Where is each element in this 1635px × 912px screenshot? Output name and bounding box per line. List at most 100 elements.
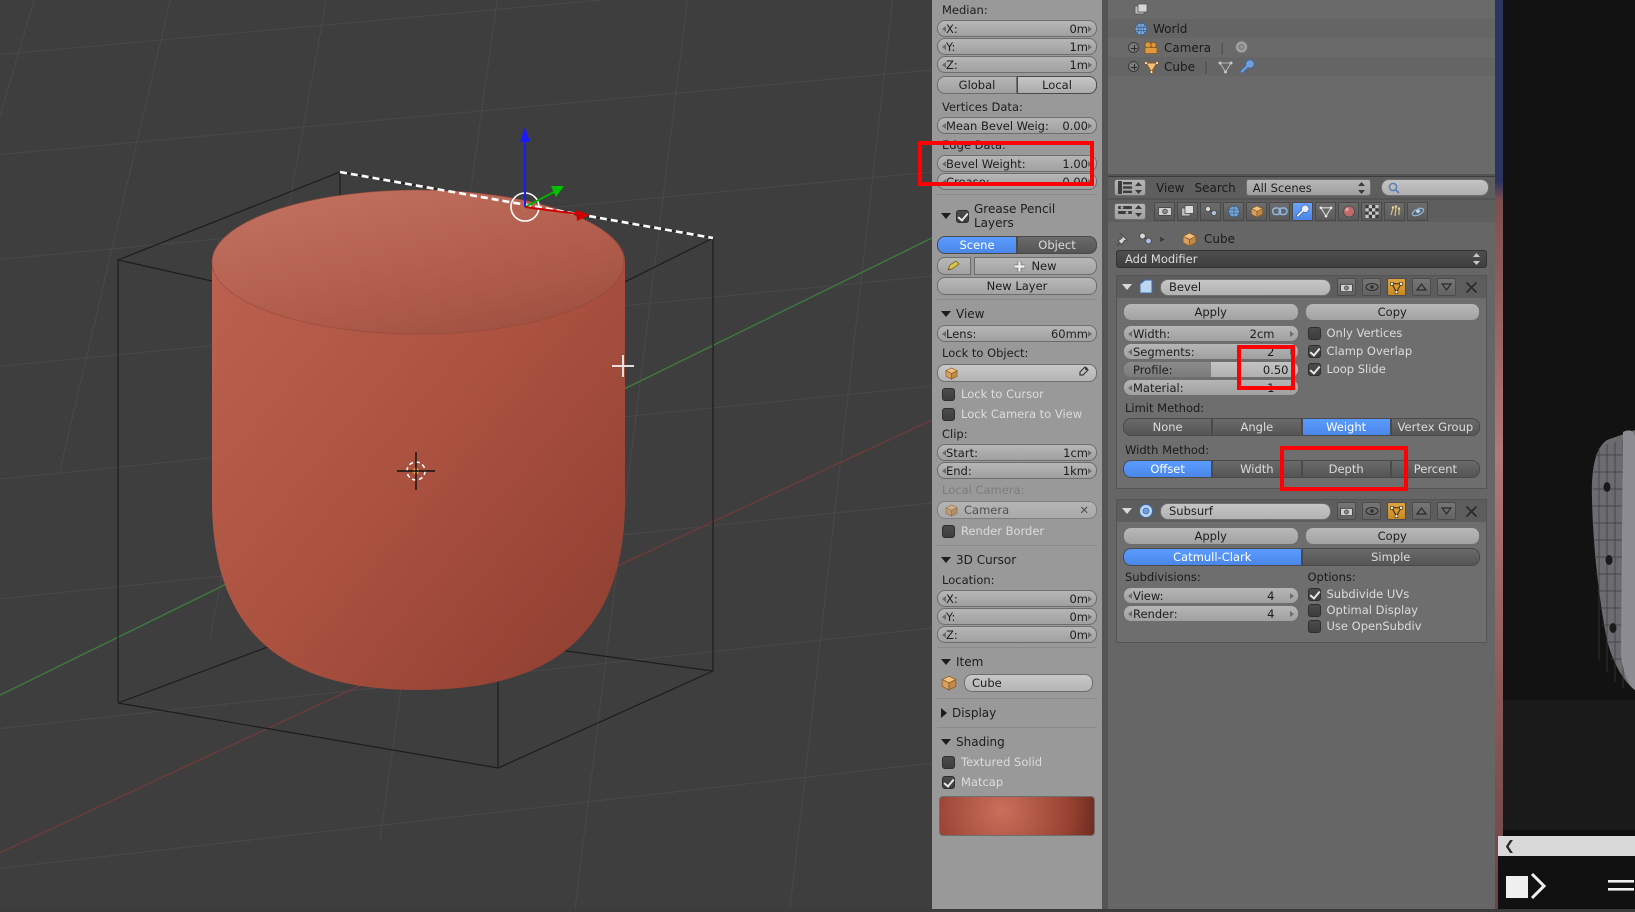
catmull-clark-button[interactable]: Catmull-Clark [1123, 548, 1302, 566]
width-method-toggle[interactable]: Offset Width Depth Percent [1123, 460, 1480, 478]
render-border-row[interactable]: Render Border [937, 521, 1097, 541]
bevel-segments-field[interactable]: Segments: 2 [1123, 343, 1299, 360]
optimal-display-checkbox[interactable] [1307, 603, 1321, 617]
subdivide-uvs-row[interactable]: Subdivide UVs [1305, 586, 1481, 602]
lens-field[interactable]: Lens: 60mm [937, 325, 1097, 342]
decrement-arrow-icon[interactable] [942, 43, 946, 50]
increment-arrow-icon[interactable] [1088, 330, 1092, 337]
increment-arrow-icon[interactable] [1088, 613, 1092, 620]
subsurf-apply-button[interactable]: Apply [1123, 527, 1299, 545]
bevel-weight-field[interactable]: Bevel Weight: 1.00 [937, 155, 1097, 172]
expand-triangle-icon[interactable] [941, 708, 947, 718]
increment-arrow-icon[interactable] [1088, 467, 1092, 474]
new-layer-button[interactable]: New Layer [937, 277, 1097, 295]
clamp-overlap-row[interactable]: Clamp Overlap [1305, 342, 1481, 360]
modifier-subsurf[interactable]: Subsurf Apply Copy Catmull-Clark Simple … [1116, 499, 1487, 643]
simple-button[interactable]: Simple [1301, 548, 1480, 566]
bevel-width-field[interactable]: Width: 2cm [1123, 325, 1299, 342]
properties-header[interactable] [1108, 200, 1495, 222]
limit-none-button[interactable]: None [1123, 418, 1213, 436]
decrement-arrow-icon[interactable] [1128, 384, 1132, 391]
increment-arrow-icon[interactable] [1289, 384, 1294, 391]
matcap-row[interactable]: Matcap [937, 772, 1097, 792]
delete-modifier-button[interactable] [1462, 502, 1481, 520]
decrement-arrow-icon[interactable] [942, 631, 946, 638]
outliner-row-world[interactable]: World [1108, 19, 1495, 38]
scene-icon[interactable] [1138, 232, 1153, 246]
outliner-view-menu[interactable]: View [1156, 181, 1184, 195]
view-panel-header[interactable]: View [937, 302, 1097, 324]
expand-icon[interactable] [1128, 61, 1139, 72]
grease-pencil-brush-icon[interactable] [937, 257, 971, 275]
decrement-arrow-icon[interactable] [942, 613, 946, 620]
bevel-apply-button[interactable]: Apply [1123, 303, 1299, 321]
decrement-arrow-icon[interactable] [942, 467, 946, 474]
pin-icon[interactable] [1116, 232, 1131, 247]
bevel-profile-slider[interactable]: Profile: 0.50 [1123, 361, 1299, 378]
move-down-button[interactable] [1437, 502, 1456, 520]
median-y-field[interactable]: Y: 1m [937, 38, 1097, 55]
increment-arrow-icon[interactable] [1088, 178, 1092, 185]
outliner-row-cube[interactable]: Cube | [1108, 57, 1495, 76]
width-offset-button[interactable]: Offset [1123, 460, 1213, 478]
median-x-field[interactable]: X: 0m [937, 20, 1097, 37]
move-up-button[interactable] [1412, 502, 1431, 520]
increment-arrow-icon[interactable] [1088, 160, 1092, 167]
3d-viewport[interactable] [0, 0, 932, 909]
matcap-preview[interactable] [939, 796, 1095, 836]
cursor-x-field[interactable]: X: 0m [937, 590, 1097, 607]
bevel-copy-button[interactable]: Copy [1304, 303, 1480, 321]
outliner-display-mode-dropdown[interactable]: All Scenes [1245, 179, 1371, 196]
use-opensubdiv-checkbox[interactable] [1307, 619, 1321, 633]
grease-pencil-new-button[interactable]: New [974, 257, 1097, 275]
tab-modifiers[interactable] [1292, 201, 1313, 221]
increment-arrow-icon[interactable] [1088, 122, 1092, 129]
move-down-button[interactable] [1437, 278, 1456, 296]
grease-pencil-checkbox[interactable] [956, 209, 969, 223]
tab-constraints[interactable] [1269, 201, 1290, 221]
width-width-button[interactable]: Width [1212, 460, 1302, 478]
cursor-z-field[interactable]: Z: 0m [937, 626, 1097, 643]
collapse-triangle-icon[interactable] [941, 213, 951, 219]
grease-pencil-source-toggle[interactable]: Scene Object [937, 236, 1097, 254]
display-panel-header[interactable]: Display [937, 701, 1097, 723]
render-toggle-icon[interactable] [1337, 502, 1356, 520]
render-border-checkbox[interactable] [942, 524, 955, 538]
tab-physics[interactable] [1407, 201, 1428, 221]
space-local-button[interactable]: Local [1017, 76, 1097, 94]
textured-solid-checkbox[interactable] [942, 755, 955, 769]
outliner-row-camera[interactable]: Camera | [1108, 38, 1495, 57]
modifier-bevel-header[interactable]: Bevel [1117, 276, 1486, 298]
lock-camera-to-view-row[interactable]: Lock Camera to View [937, 404, 1097, 424]
outliner-header[interactable]: View Search All Scenes [1108, 176, 1495, 198]
loop-slide-checkbox[interactable] [1307, 362, 1321, 376]
gp-scene-button[interactable]: Scene [937, 236, 1017, 254]
collapse-triangle-icon[interactable] [1122, 508, 1132, 514]
collapse-triangle-icon[interactable] [941, 659, 951, 665]
tab-texture[interactable] [1361, 201, 1382, 221]
subdivide-uvs-checkbox[interactable] [1307, 587, 1321, 601]
outliner-row-renderlayers[interactable]: RenderLayers [1108, 0, 1495, 19]
lock-to-cursor-row[interactable]: Lock to Cursor [937, 384, 1097, 404]
decrement-arrow-icon[interactable] [942, 160, 946, 167]
expand-icon[interactable] [1128, 42, 1139, 53]
tab-data[interactable] [1315, 201, 1336, 221]
clamp-overlap-checkbox[interactable] [1307, 344, 1321, 358]
render-toggle-icon[interactable] [1337, 278, 1356, 296]
tab-scene[interactable] [1200, 201, 1221, 221]
editor-type-properties-button[interactable] [1114, 202, 1146, 220]
decrement-arrow-icon[interactable] [1128, 330, 1132, 337]
limit-method-toggle[interactable]: None Angle Weight Vertex Group [1123, 418, 1480, 436]
subsurf-view-field[interactable]: View: 4 [1123, 587, 1299, 604]
modifier-bevel[interactable]: Bevel Apply Copy Width: 2cm Segments: 2 … [1116, 275, 1487, 489]
limit-weight-button[interactable]: Weight [1301, 418, 1391, 436]
mean-bevel-weight-field[interactable]: Mean Bevel Weig: 0.00 [937, 117, 1097, 134]
decrement-arrow-icon[interactable] [942, 178, 946, 185]
grease-pencil-panel-header[interactable]: Grease Pencil Layers [937, 197, 1097, 233]
lock-camera-to-view-checkbox[interactable] [942, 407, 955, 421]
clip-end-field[interactable]: End: 1km [937, 462, 1097, 479]
decrement-arrow-icon[interactable] [942, 61, 946, 68]
increment-arrow-icon[interactable] [1088, 43, 1092, 50]
gp-object-button[interactable]: Object [1017, 236, 1097, 254]
modifier-subsurf-header[interactable]: Subsurf [1117, 500, 1486, 522]
